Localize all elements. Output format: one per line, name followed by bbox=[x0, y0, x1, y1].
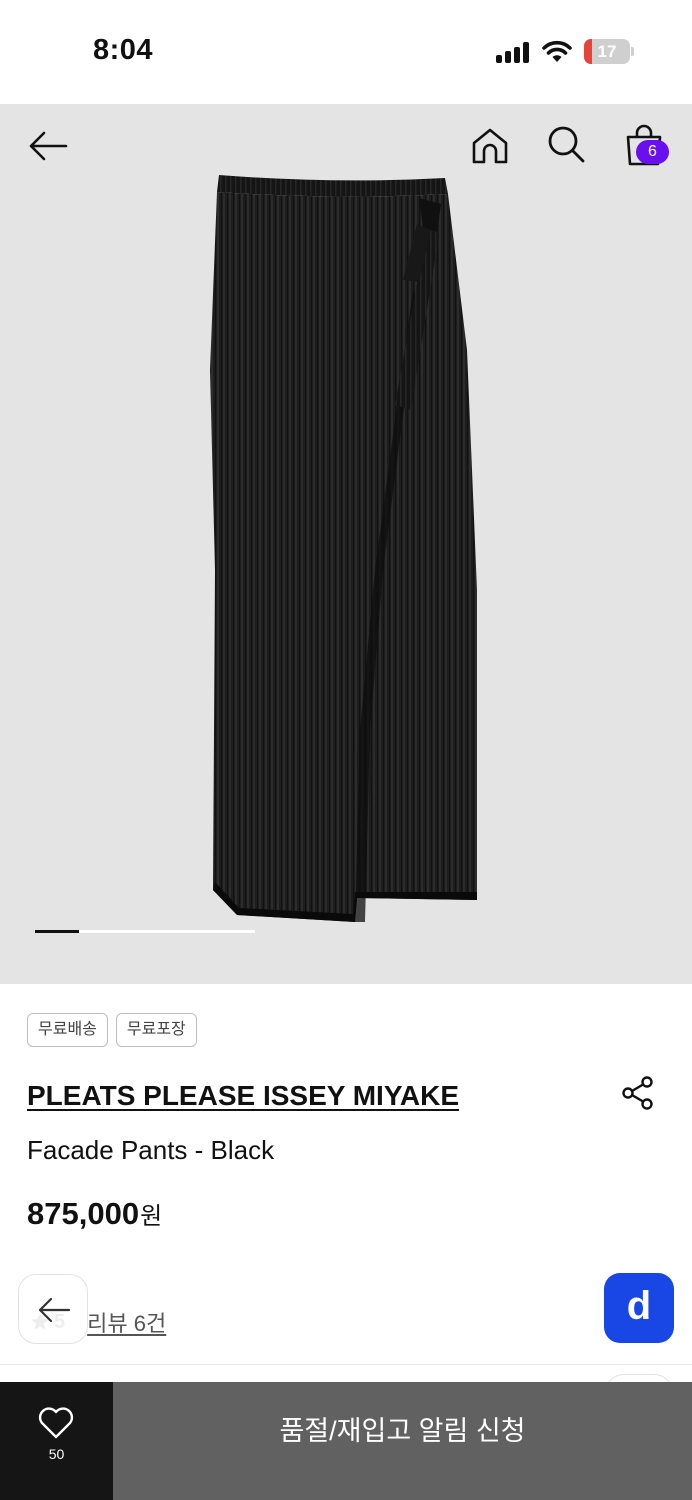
price-currency: 원 bbox=[140, 1203, 163, 1230]
wifi-icon bbox=[542, 40, 572, 62]
review-count-link[interactable]: 리뷰 6건 bbox=[87, 1306, 166, 1338]
divider bbox=[0, 1364, 692, 1365]
chat-button[interactable]: d bbox=[604, 1273, 674, 1343]
shipping-tags: 무료배송 무료포장 bbox=[27, 1013, 197, 1047]
product-name: Facade Pants - Black bbox=[27, 1135, 275, 1165]
cart-count-badge: 6 bbox=[636, 140, 669, 164]
restock-notify-button[interactable]: 품절/재입고 알림 신청 bbox=[113, 1382, 692, 1500]
home-icon[interactable] bbox=[470, 126, 510, 166]
status-time: 8:04 bbox=[93, 34, 154, 66]
search-icon[interactable] bbox=[546, 124, 586, 164]
bottom-action-bar: 50 품절/재입고 알림 신청 bbox=[0, 1382, 692, 1500]
heart-icon bbox=[38, 1407, 74, 1439]
tag-free-shipping: 무료배송 bbox=[27, 1013, 108, 1047]
tag-free-wrapping: 무료포장 bbox=[115, 1013, 197, 1047]
battery-level: 17 bbox=[597, 42, 617, 61]
brand-link[interactable]: PLEATS PLEASE ISSEY MIYAKE bbox=[27, 1080, 459, 1112]
chat-logo-icon: d bbox=[626, 1284, 652, 1328]
cellular-signal-icon bbox=[496, 41, 532, 63]
product-gallery[interactable]: 6 bbox=[0, 104, 692, 984]
product-price: 875,000원 bbox=[27, 1196, 162, 1232]
status-bar: 8:04 17 bbox=[0, 0, 692, 104]
battery-icon: 17 bbox=[584, 39, 634, 64]
pleated-wrap-pants-image[interactable] bbox=[205, 170, 490, 926]
price-amount: 875,000 bbox=[27, 1196, 140, 1231]
floating-back-button[interactable] bbox=[18, 1274, 88, 1344]
carousel-indicator bbox=[35, 930, 255, 933]
carousel-progress bbox=[35, 930, 79, 933]
wishlist-count: 50 bbox=[48, 1446, 65, 1462]
wishlist-button[interactable]: 50 bbox=[0, 1382, 113, 1500]
arrow-left-icon bbox=[38, 1297, 71, 1323]
arrow-left-icon[interactable] bbox=[26, 126, 70, 166]
share-icon[interactable] bbox=[620, 1075, 656, 1111]
